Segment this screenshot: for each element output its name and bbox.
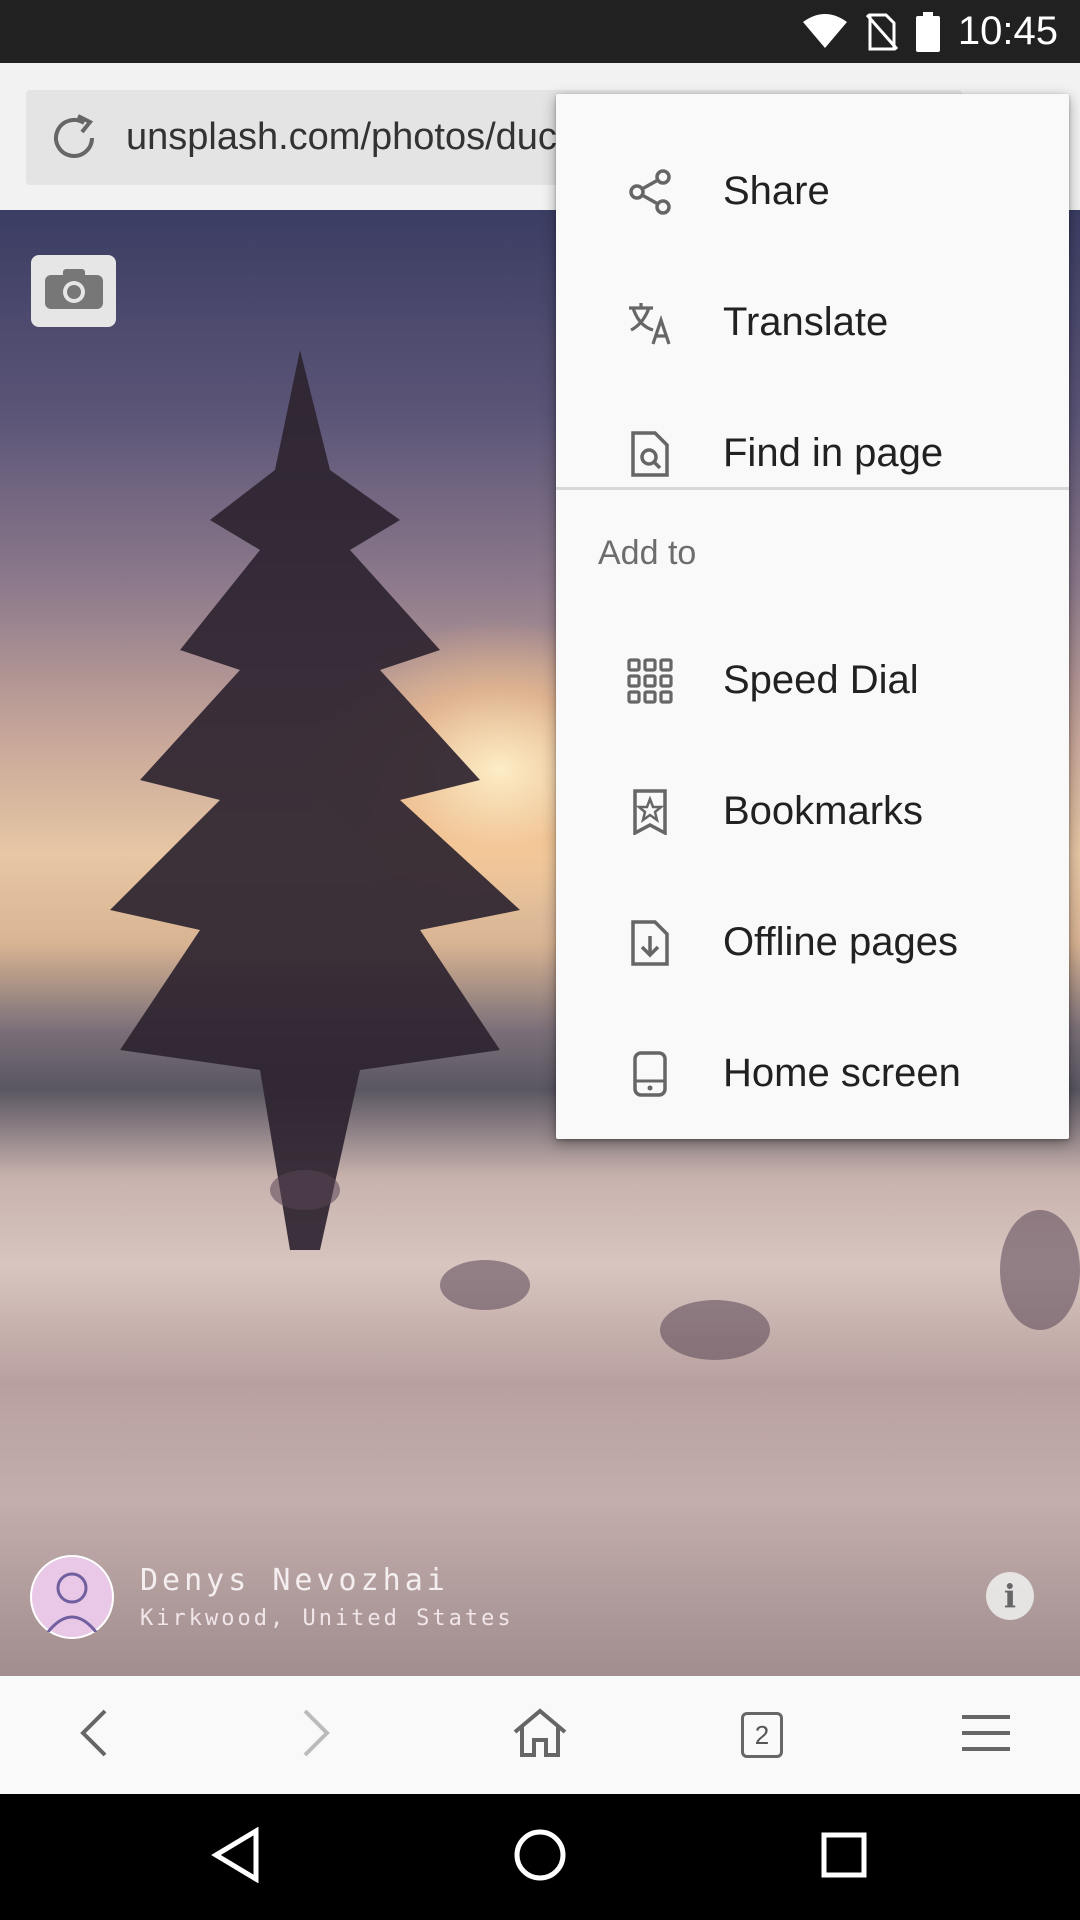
speed-dial-icon [626, 657, 674, 705]
avatar[interactable] [30, 1555, 114, 1639]
nav-home-icon [512, 1827, 568, 1888]
home-screen-icon [626, 1050, 674, 1098]
info-button[interactable]: i [986, 1572, 1034, 1620]
share-icon [626, 168, 674, 216]
tree-illustration [110, 350, 520, 1250]
status-bar: 10:45 [0, 0, 1080, 63]
system-nav-bar [0, 1794, 1080, 1920]
camera-button[interactable] [31, 255, 116, 327]
menu-item-share[interactable]: Share [556, 126, 1069, 257]
snow-mound [1000, 1210, 1080, 1330]
camera-icon [43, 267, 105, 316]
browser-toolbar: 2 [0, 1676, 1080, 1794]
tabs-button[interactable]: 2 [702, 1676, 822, 1794]
forward-icon [301, 1708, 331, 1763]
nav-home-button[interactable] [470, 1794, 610, 1920]
nav-back-icon [211, 1826, 261, 1888]
menu-item-translate[interactable]: Translate [556, 257, 1069, 388]
snow-mound [440, 1260, 530, 1310]
bookmark-icon [626, 788, 674, 836]
author-name[interactable]: Denys Nevozhai [140, 1563, 514, 1598]
nav-recents-button[interactable] [774, 1794, 914, 1920]
home-button[interactable] [480, 1676, 600, 1794]
tabs-icon: 2 [741, 1712, 783, 1758]
overflow-menu: Share Translate Find in page Add to Spee… [556, 94, 1069, 1139]
menu-item-label: Offline pages [723, 920, 958, 964]
translate-icon [626, 299, 674, 347]
menu-section-header: Add to [598, 534, 697, 572]
menu-item-label: Translate [723, 300, 889, 344]
author-location: Kirkwood, United States [140, 1606, 514, 1631]
info-icon: i [1003, 1577, 1017, 1615]
battery-icon [915, 11, 940, 52]
menu-item-home-screen[interactable]: Home screen [556, 1008, 1069, 1139]
no-sim-icon [865, 13, 898, 51]
menu-icon [961, 1713, 1011, 1758]
nav-recents-icon [820, 1831, 868, 1884]
snow-mound [660, 1300, 770, 1360]
photo-credit[interactable]: Denys Nevozhai Kirkwood, United States [30, 1555, 514, 1639]
menu-item-label: Speed Dial [723, 658, 919, 702]
back-button[interactable] [34, 1676, 154, 1794]
url-text[interactable]: unsplash.com/photos/duc [126, 116, 557, 159]
menu-item-bookmarks[interactable]: Bookmarks [556, 746, 1069, 877]
wifi-icon [802, 13, 848, 50]
reload-icon[interactable] [46, 110, 102, 166]
menu-button[interactable] [926, 1676, 1046, 1794]
home-icon [512, 1707, 568, 1763]
menu-item-offline-pages[interactable]: Offline pages [556, 877, 1069, 1008]
menu-item-label: Bookmarks [723, 789, 924, 833]
menu-item-label: Share [723, 169, 830, 213]
menu-item-label: Find in page [723, 431, 944, 475]
nav-back-button[interactable] [166, 1794, 306, 1920]
menu-item-label: Home screen [723, 1051, 961, 1095]
snow-mound [270, 1170, 340, 1210]
status-time: 10:45 [957, 9, 1058, 53]
back-icon [79, 1708, 109, 1763]
menu-divider [556, 487, 1069, 490]
forward-button[interactable] [256, 1676, 376, 1794]
find-in-page-icon [626, 430, 674, 478]
menu-item-speed-dial[interactable]: Speed Dial [556, 615, 1069, 746]
menu-item-find-in-page[interactable]: Find in page [556, 388, 1069, 519]
offline-pages-icon [626, 919, 674, 967]
